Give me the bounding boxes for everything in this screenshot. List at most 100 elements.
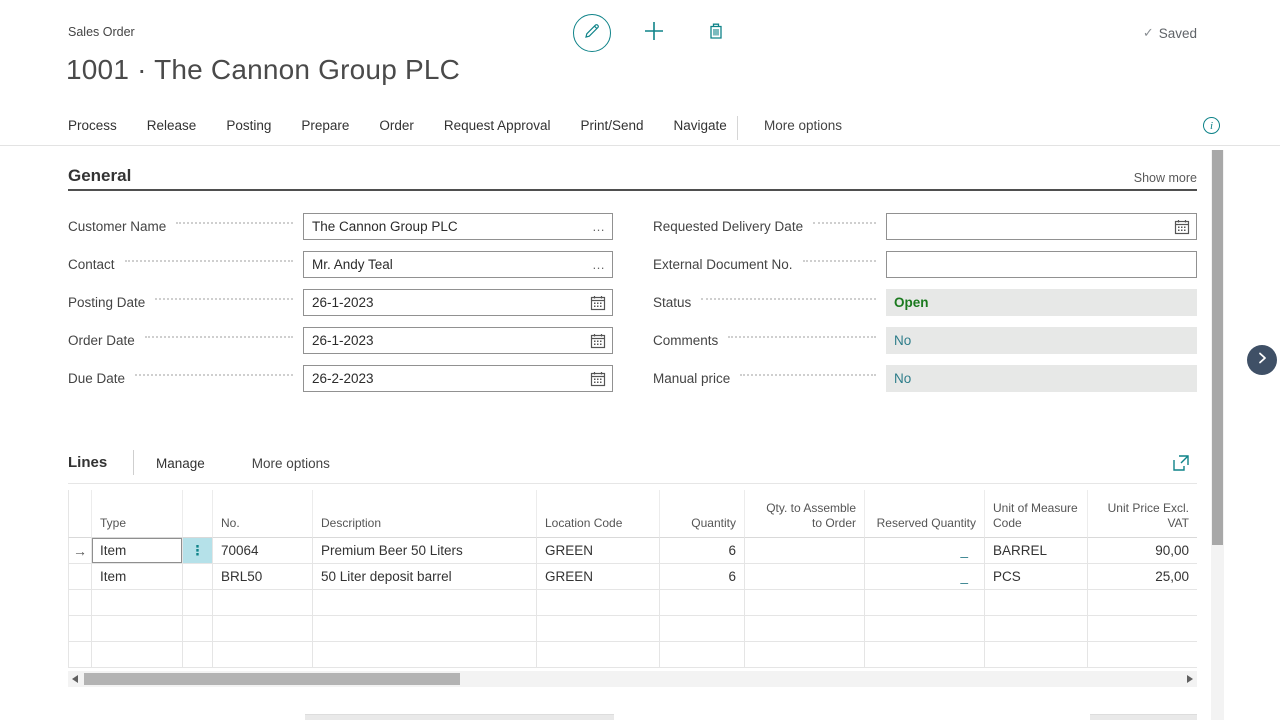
reserved-quantity-cell[interactable]: _ xyxy=(865,538,985,564)
empty-cell[interactable] xyxy=(183,590,213,616)
qty-to-assemble-cell[interactable] xyxy=(745,538,865,564)
empty-cell[interactable] xyxy=(985,642,1088,668)
open-in-new-icon[interactable] xyxy=(1171,453,1191,473)
empty-cell[interactable] xyxy=(313,642,537,668)
location-code-cell[interactable]: GREEN xyxy=(537,564,660,590)
empty-cell[interactable] xyxy=(213,590,313,616)
header-no[interactable]: No. xyxy=(213,490,313,538)
description-cell[interactable]: 50 Liter deposit barrel xyxy=(313,564,537,590)
empty-cell[interactable] xyxy=(313,616,537,642)
calendar-icon[interactable] xyxy=(1174,219,1190,235)
header-unit-of-measure[interactable]: Unit of Measure Code xyxy=(985,490,1088,538)
scroll-left-arrow-icon[interactable] xyxy=(72,675,78,683)
lookup-ellipsis-icon[interactable]: … xyxy=(592,219,606,234)
scroll-right-arrow-icon[interactable] xyxy=(1187,675,1193,683)
empty-cell[interactable] xyxy=(183,642,213,668)
reserved-quantity-link[interactable]: _ xyxy=(960,543,968,558)
unit-price-cell[interactable]: 90,00 xyxy=(1088,538,1197,564)
row-selector-cell[interactable] xyxy=(68,616,92,642)
vertical-scrollbar-thumb[interactable] xyxy=(1212,150,1223,545)
no-cell[interactable]: BRL50 xyxy=(213,564,313,590)
qty-to-assemble-cell[interactable] xyxy=(745,564,865,590)
calendar-icon[interactable] xyxy=(590,371,606,387)
new-button[interactable] xyxy=(640,19,668,47)
menu-posting[interactable]: Posting xyxy=(226,118,271,133)
lines-more-options-button[interactable]: More options xyxy=(252,456,330,471)
external-document-no-input[interactable] xyxy=(886,251,1197,278)
empty-cell[interactable] xyxy=(985,616,1088,642)
manual-price-value[interactable]: No xyxy=(894,371,911,386)
header-quantity[interactable]: Quantity xyxy=(660,490,745,538)
vertical-scrollbar[interactable] xyxy=(1211,150,1224,720)
show-more-link[interactable]: Show more xyxy=(1097,171,1197,185)
customer-name-input[interactable]: The Cannon Group PLC … xyxy=(303,213,613,240)
general-section-title[interactable]: General xyxy=(68,166,131,186)
empty-cell[interactable] xyxy=(1088,642,1197,668)
menu-prepare[interactable]: Prepare xyxy=(301,118,349,133)
info-icon[interactable]: i xyxy=(1203,117,1220,134)
description-cell[interactable]: Premium Beer 50 Liters xyxy=(313,538,537,564)
header-type[interactable]: Type xyxy=(92,490,183,538)
empty-cell[interactable] xyxy=(660,590,745,616)
lines-section-title[interactable]: Lines xyxy=(68,454,107,471)
header-qty-to-assemble[interactable]: Qty. to Assemble to Order xyxy=(745,490,865,538)
empty-cell[interactable] xyxy=(537,616,660,642)
menu-request-approval[interactable]: Request Approval xyxy=(444,118,551,133)
header-location-code[interactable]: Location Code xyxy=(537,490,660,538)
row-selector-cell[interactable] xyxy=(68,642,92,668)
lookup-ellipsis-icon[interactable]: … xyxy=(592,257,606,272)
calendar-icon[interactable] xyxy=(590,295,606,311)
empty-cell[interactable] xyxy=(213,642,313,668)
type-cell[interactable]: Item xyxy=(92,538,183,564)
header-reserved-quantity[interactable]: Reserved Quantity xyxy=(865,490,985,538)
empty-cell[interactable] xyxy=(745,590,865,616)
contact-input[interactable]: Mr. Andy Teal … xyxy=(303,251,613,278)
edit-button[interactable] xyxy=(573,14,611,52)
requested-delivery-date-input[interactable] xyxy=(886,213,1197,240)
unit-of-measure-cell[interactable]: BARREL xyxy=(985,538,1088,564)
type-cell[interactable]: Item xyxy=(92,564,183,590)
row-menu-icon[interactable]: ⋮ xyxy=(183,538,213,564)
comments-value[interactable]: No xyxy=(894,333,911,348)
menu-release[interactable]: Release xyxy=(147,118,197,133)
empty-cell[interactable] xyxy=(537,642,660,668)
row-selector-cell[interactable] xyxy=(68,564,92,590)
empty-cell[interactable] xyxy=(213,616,313,642)
posting-date-input[interactable]: 26-1-2023 xyxy=(303,289,613,316)
unit-of-measure-cell[interactable]: PCS xyxy=(985,564,1088,590)
header-description[interactable]: Description xyxy=(313,490,537,538)
unit-price-cell[interactable]: 25,00 xyxy=(1088,564,1197,590)
more-options-button[interactable]: More options xyxy=(764,118,842,133)
calendar-icon[interactable] xyxy=(590,333,606,349)
empty-cell[interactable] xyxy=(660,642,745,668)
empty-cell[interactable] xyxy=(1088,590,1197,616)
row-selector-cell[interactable] xyxy=(68,590,92,616)
row-selector-cell[interactable]: → xyxy=(68,538,92,564)
order-date-input[interactable]: 26-1-2023 xyxy=(303,327,613,354)
empty-cell[interactable] xyxy=(865,642,985,668)
due-date-input[interactable]: 26-2-2023 xyxy=(303,365,613,392)
empty-cell[interactable] xyxy=(660,616,745,642)
empty-cell[interactable] xyxy=(1088,616,1197,642)
next-record-button[interactable] xyxy=(1247,345,1277,375)
quantity-cell[interactable]: 6 xyxy=(660,564,745,590)
empty-cell[interactable] xyxy=(92,642,183,668)
menu-order[interactable]: Order xyxy=(379,118,414,133)
empty-cell[interactable] xyxy=(745,616,865,642)
reserved-quantity-cell[interactable]: _ xyxy=(865,564,985,590)
delete-button[interactable] xyxy=(702,19,730,47)
quantity-cell[interactable]: 6 xyxy=(660,538,745,564)
reserved-quantity-link[interactable]: _ xyxy=(960,569,968,584)
empty-cell[interactable] xyxy=(865,590,985,616)
empty-cell[interactable] xyxy=(985,590,1088,616)
location-code-cell[interactable]: GREEN xyxy=(537,538,660,564)
header-unit-price[interactable]: Unit Price Excl. VAT xyxy=(1088,490,1197,538)
no-cell[interactable]: 70064 xyxy=(213,538,313,564)
empty-cell[interactable] xyxy=(92,590,183,616)
empty-cell[interactable] xyxy=(537,590,660,616)
menu-navigate[interactable]: Navigate xyxy=(674,118,727,133)
empty-cell[interactable] xyxy=(745,642,865,668)
horizontal-scrollbar[interactable] xyxy=(68,671,1197,687)
horizontal-scrollbar-thumb[interactable] xyxy=(84,673,460,685)
empty-cell[interactable] xyxy=(313,590,537,616)
